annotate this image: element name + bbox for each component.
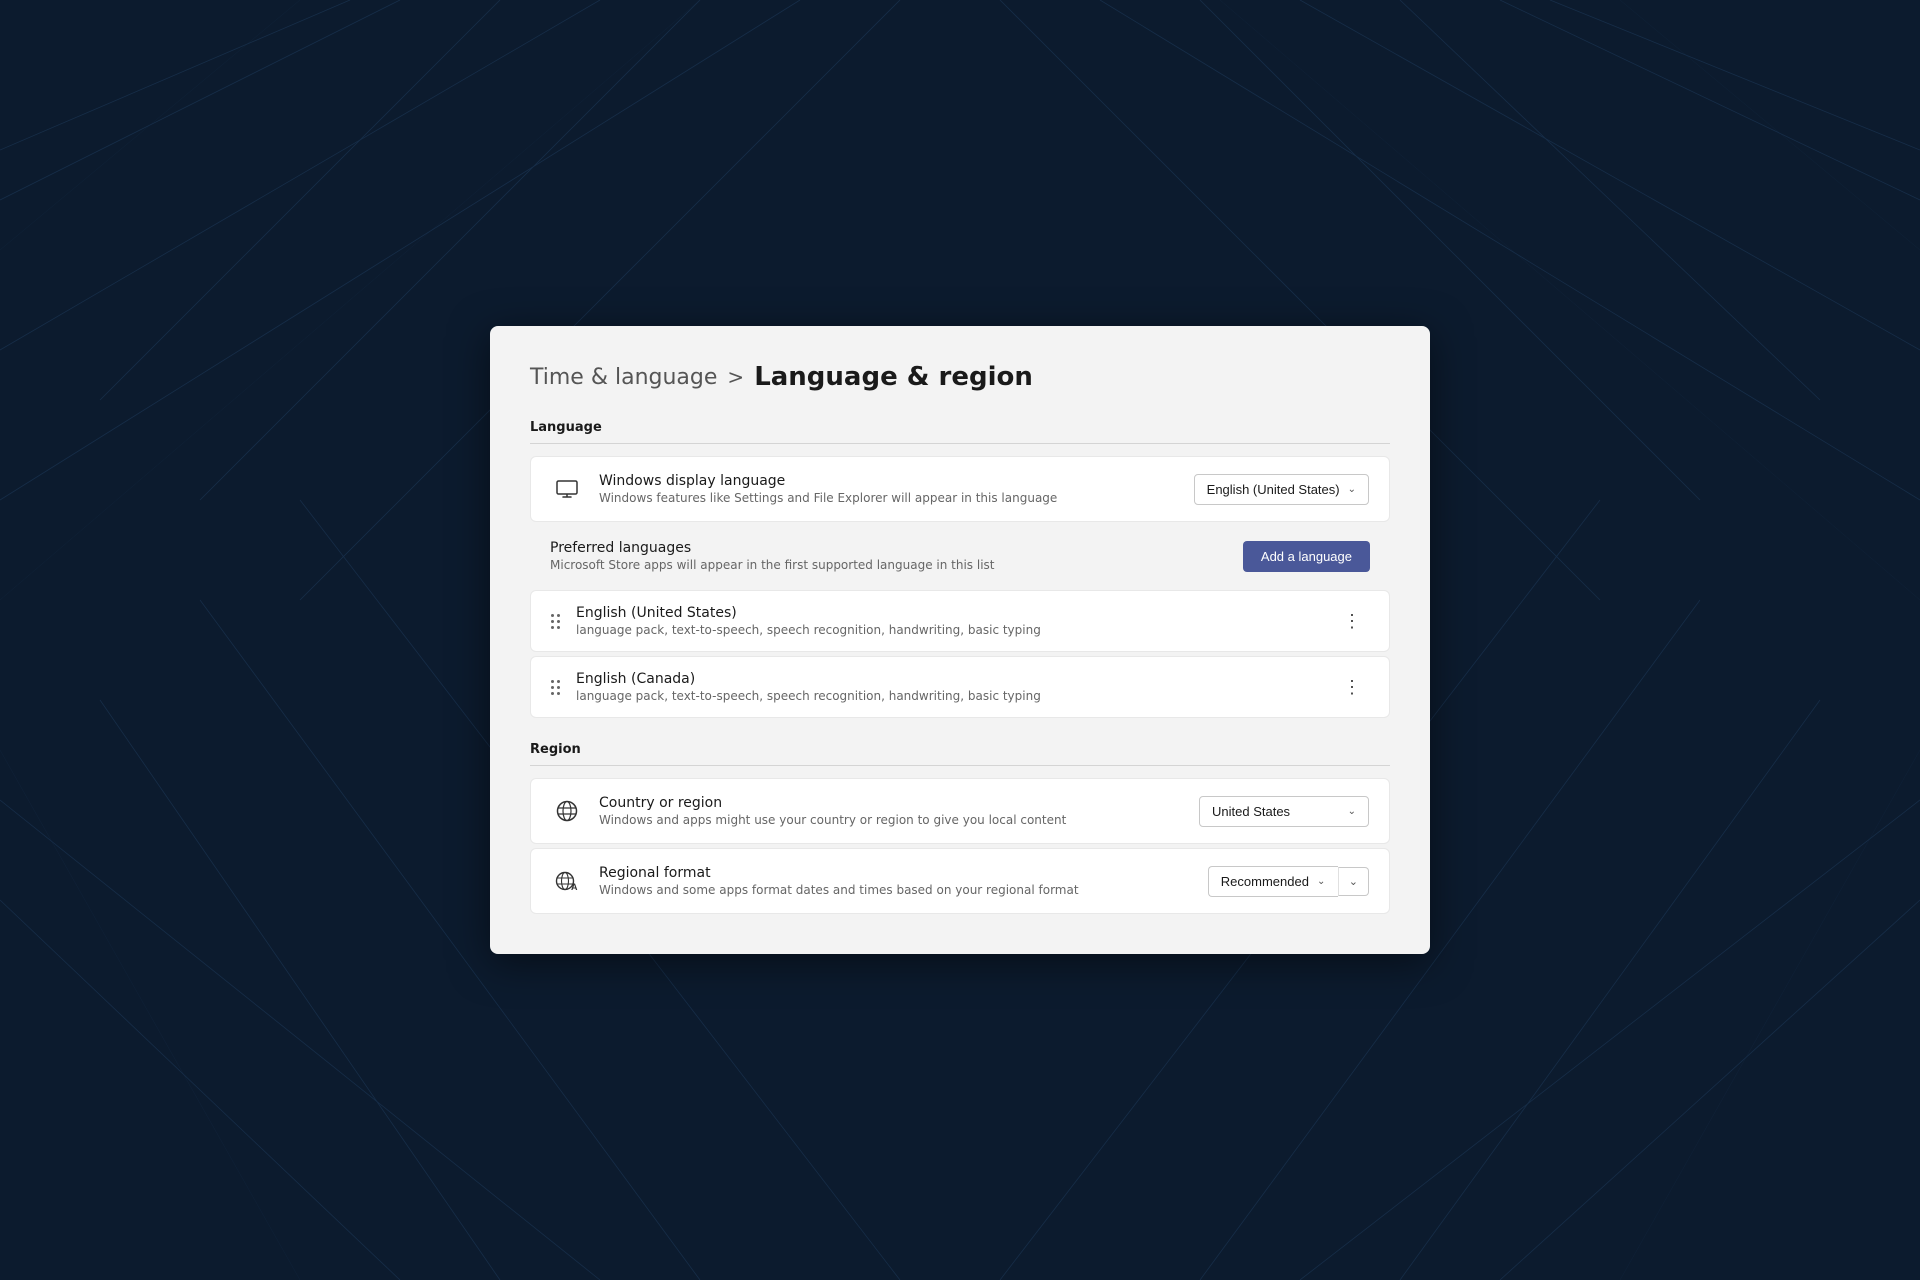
breadcrumb-parent: Time & language [530,365,717,390]
regional-format-icon: A [551,870,583,892]
globe-icon [551,800,583,822]
dot [557,626,560,629]
dot [551,686,554,689]
country-region-card: Country or region Windows and apps might… [530,778,1390,844]
dot [551,692,554,695]
preferred-languages-section: Preferred languages Microsoft Store apps… [530,526,1390,586]
regional-format-title: Regional format [599,865,1192,881]
windows-display-language-desc: Windows features like Settings and File … [599,491,1178,505]
chevron-down-icon: ⌄ [1348,484,1356,495]
regional-format-action: Recommended ⌄ ⌄ [1208,866,1369,897]
language-en-ca-content: English (Canada) language pack, text-to-… [576,671,1319,703]
country-region-value: United States [1212,804,1290,819]
add-language-button[interactable]: Add a language [1243,541,1370,572]
language-en-ca-features: language pack, text-to-speech, speech re… [576,689,1319,703]
country-region-action: United States ⌄ [1199,796,1369,827]
country-region-dropdown[interactable]: United States ⌄ [1199,796,1369,827]
language-section-label: Language [530,420,1390,435]
chevron-down-icon: ⌄ [1348,806,1356,817]
windows-display-language-card: Windows display language Windows feature… [530,456,1390,522]
regional-format-dropdown-group: Recommended ⌄ ⌄ [1208,866,1369,897]
windows-display-language-dropdown[interactable]: English (United States) ⌄ [1194,474,1369,505]
dot [557,692,560,695]
regional-format-card: A Regional format Windows and some apps … [530,848,1390,914]
breadcrumb: Time & language > Language & region [530,362,1390,392]
regional-format-content: Regional format Windows and some apps fo… [599,865,1192,897]
language-en-us-name: English (United States) [576,605,1319,621]
country-region-content: Country or region Windows and apps might… [599,795,1183,827]
language-en-us-more-button[interactable]: ⋮ [1335,607,1369,636]
drag-handle-en-us[interactable] [551,614,560,629]
dot [551,626,554,629]
dot [557,686,560,689]
preferred-languages-title: Preferred languages [550,540,995,556]
language-item-en-us: English (United States) language pack, t… [530,590,1390,652]
regional-format-dropdown[interactable]: Recommended ⌄ [1208,866,1338,897]
chevron-down-icon: ⌄ [1317,876,1325,887]
breadcrumb-separator: > [727,365,744,389]
windows-display-language-value: English (United States) [1207,482,1340,497]
monitor-icon [551,480,583,498]
language-en-us-features: language pack, text-to-speech, speech re… [576,623,1319,637]
preferred-languages-desc: Microsoft Store apps will appear in the … [550,558,995,572]
windows-display-language-action: English (United States) ⌄ [1194,474,1369,505]
language-en-ca-name: English (Canada) [576,671,1319,687]
language-en-ca-more-button[interactable]: ⋮ [1335,673,1369,702]
region-divider [530,765,1390,766]
region-section: Region Country or region Windows and app… [530,742,1390,914]
drag-handle-en-ca[interactable] [551,680,560,695]
dot [551,620,554,623]
regional-format-value: Recommended [1221,874,1309,889]
settings-panel: Time & language > Language & region Lang… [490,326,1430,954]
regional-format-expand-button[interactable]: ⌄ [1338,867,1369,896]
windows-display-language-content: Windows display language Windows feature… [599,473,1178,505]
preferred-languages-info: Preferred languages Microsoft Store apps… [550,540,995,572]
country-region-title: Country or region [599,795,1183,811]
dot [557,614,560,617]
breadcrumb-current: Language & region [754,362,1033,392]
regional-format-desc: Windows and some apps format dates and t… [599,883,1192,897]
dot [557,680,560,683]
dot [557,620,560,623]
dot [551,680,554,683]
svg-text:A: A [571,882,578,892]
language-item-en-ca: English (Canada) language pack, text-to-… [530,656,1390,718]
region-section-label: Region [530,742,1390,757]
language-en-us-content: English (United States) language pack, t… [576,605,1319,637]
dot [551,614,554,617]
language-section: Language Windows display language Window… [530,420,1390,718]
windows-display-language-title: Windows display language [599,473,1178,489]
language-divider [530,443,1390,444]
country-region-desc: Windows and apps might use your country … [599,813,1183,827]
